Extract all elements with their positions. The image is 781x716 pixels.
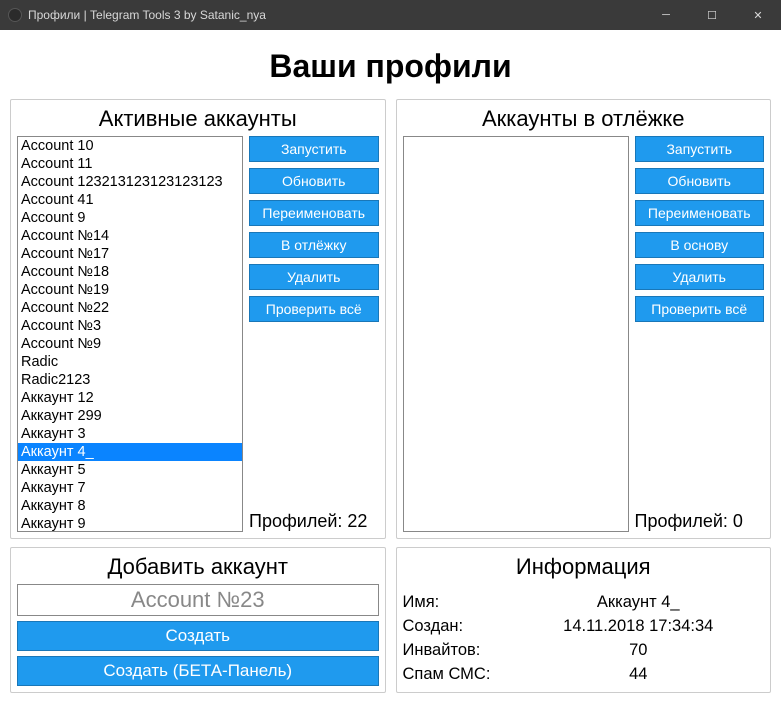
info-created-label: Создан: — [403, 614, 513, 638]
info-invites-value: 70 — [513, 638, 765, 662]
active-accounts-panel: Активные аккаунты Account 10Account 11Ac… — [10, 99, 386, 539]
list-item[interactable]: Account 9 — [18, 209, 242, 227]
list-item[interactable]: Account 123213123123123123 — [18, 173, 242, 191]
maximize-button[interactable]: ☐ — [689, 0, 735, 30]
rest-move-button[interactable]: В основу — [635, 232, 765, 258]
list-item[interactable]: Account 10 — [18, 137, 242, 155]
active-delete-button[interactable]: Удалить — [249, 264, 379, 290]
active-move-button[interactable]: В отлёжку — [249, 232, 379, 258]
info-heading: Информация — [403, 554, 765, 580]
close-button[interactable]: ✕ — [735, 0, 781, 30]
list-item[interactable]: Аккаунт 5 — [18, 461, 242, 479]
list-item[interactable]: Аккаунт 7 — [18, 479, 242, 497]
info-panel: Информация Имя: Аккаунт 4_ Создан: 14.11… — [396, 547, 772, 693]
list-item[interactable]: Аккаунт 12 — [18, 389, 242, 407]
info-name-label: Имя: — [403, 590, 513, 614]
rest-start-button[interactable]: Запустить — [635, 136, 765, 162]
list-item[interactable]: Аккаунт 9 — [18, 515, 242, 532]
list-item[interactable]: Аккаунт 8 — [18, 497, 242, 515]
list-item[interactable]: Radic — [18, 353, 242, 371]
list-item[interactable]: Account 41 — [18, 191, 242, 209]
info-spam-row: Спам СМС: 44 — [403, 662, 765, 686]
list-item[interactable]: Аккаунт 3 — [18, 425, 242, 443]
list-item[interactable]: Аккаунт 4_ — [18, 443, 242, 461]
rest-refresh-button[interactable]: Обновить — [635, 168, 765, 194]
titlebar: Профили | Telegram Tools 3 by Satanic_ny… — [0, 0, 781, 30]
rest-count-label: Профилей: 0 — [635, 511, 765, 532]
list-item[interactable]: Account №19 — [18, 281, 242, 299]
info-created-value: 14.11.2018 17:34:34 — [513, 614, 765, 638]
rest-heading: Аккаунты в отлёжке — [403, 106, 765, 132]
rest-accounts-panel: Аккаунты в отлёжке Запустить Обновить Пе… — [396, 99, 772, 539]
active-rename-button[interactable]: Переименовать — [249, 200, 379, 226]
info-created-row: Создан: 14.11.2018 17:34:34 — [403, 614, 765, 638]
list-item[interactable]: Account №18 — [18, 263, 242, 281]
rest-delete-button[interactable]: Удалить — [635, 264, 765, 290]
list-item[interactable]: Radic2123 — [18, 371, 242, 389]
app-icon — [8, 8, 22, 22]
add-account-input[interactable] — [17, 584, 379, 616]
rest-rename-button[interactable]: Переименовать — [635, 200, 765, 226]
active-accounts-list[interactable]: Account 10Account 11Account 123213123123… — [17, 136, 243, 532]
active-refresh-button[interactable]: Обновить — [249, 168, 379, 194]
info-invites-label: Инвайтов: — [403, 638, 513, 662]
list-item[interactable]: Аккаунт 299 — [18, 407, 242, 425]
list-item[interactable]: Account №17 — [18, 245, 242, 263]
add-heading: Добавить аккаунт — [17, 554, 379, 580]
page-title: Ваши профили — [10, 48, 771, 85]
create-button[interactable]: Создать — [17, 621, 379, 651]
minimize-button[interactable]: ─ — [643, 0, 689, 30]
info-name-value: Аккаунт 4_ — [513, 590, 765, 614]
add-account-panel: Добавить аккаунт Создать Создать (БЕТА-П… — [10, 547, 386, 693]
info-name-row: Имя: Аккаунт 4_ — [403, 590, 765, 614]
info-spam-value: 44 — [513, 662, 765, 686]
rest-checkall-button[interactable]: Проверить всё — [635, 296, 765, 322]
list-item[interactable]: Account №14 — [18, 227, 242, 245]
list-item[interactable]: Account №3 — [18, 317, 242, 335]
list-item[interactable]: Account №22 — [18, 299, 242, 317]
create-beta-button[interactable]: Создать (БЕТА-Панель) — [17, 656, 379, 686]
active-checkall-button[interactable]: Проверить всё — [249, 296, 379, 322]
info-spam-label: Спам СМС: — [403, 662, 513, 686]
rest-accounts-list[interactable] — [403, 136, 629, 532]
active-start-button[interactable]: Запустить — [249, 136, 379, 162]
window-title: Профили | Telegram Tools 3 by Satanic_ny… — [28, 8, 643, 22]
list-item[interactable]: Account №9 — [18, 335, 242, 353]
list-item[interactable]: Account 11 — [18, 155, 242, 173]
info-invites-row: Инвайтов: 70 — [403, 638, 765, 662]
active-heading: Активные аккаунты — [17, 106, 379, 132]
active-count-label: Профилей: 22 — [249, 511, 379, 532]
